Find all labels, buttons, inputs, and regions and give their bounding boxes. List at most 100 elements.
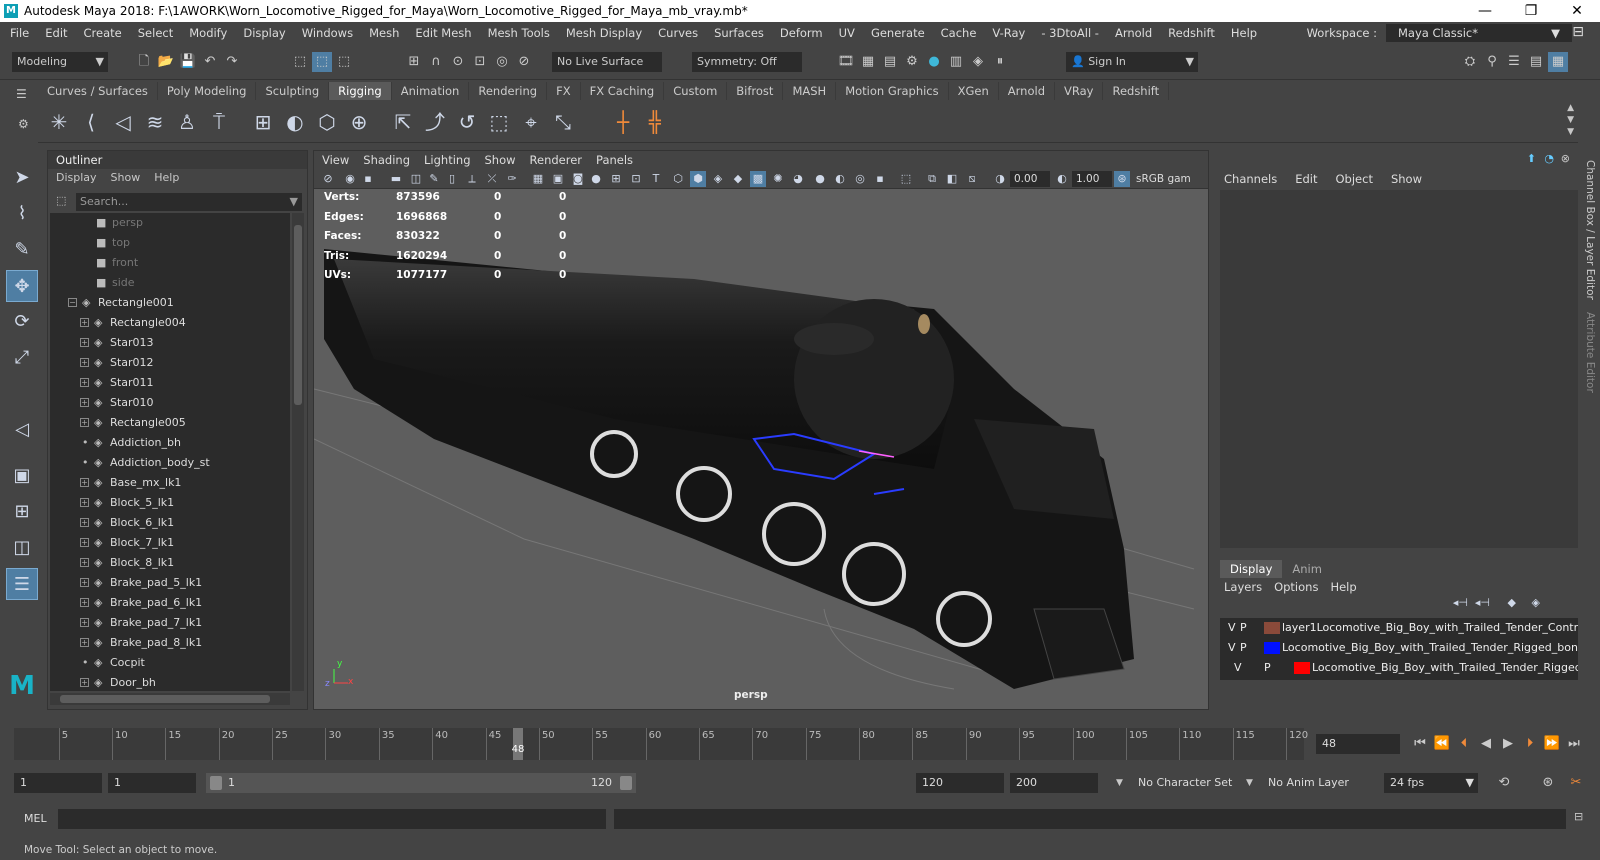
- outliner-layout-icon[interactable]: ☰: [6, 568, 38, 600]
- menu-generate[interactable]: Generate: [863, 26, 933, 40]
- outliner-item[interactable]: + ◈ Brake_pad_7_lk1: [50, 613, 290, 633]
- sign-in-button[interactable]: 👤 Sign In ▼: [1066, 52, 1198, 72]
- shelf-tab-poly-modeling[interactable]: Poly Modeling: [158, 82, 257, 100]
- frame-icon[interactable]: ▯: [444, 171, 460, 187]
- outliner-item[interactable]: + ◈ Base_mx_lk1: [50, 473, 290, 493]
- menu-select[interactable]: Select: [130, 26, 181, 40]
- menu-create[interactable]: Create: [76, 26, 130, 40]
- shelf-tab-rendering[interactable]: Rendering: [469, 82, 548, 100]
- outliner-search-input[interactable]: Search... ▼: [76, 193, 302, 211]
- layer-row[interactable]: V P Locomotive_Big_Boy_with_Trailed_Tender…: [1220, 638, 1578, 658]
- outliner-item[interactable]: + ◈ Rectangle004: [50, 313, 290, 333]
- current-frame-field[interactable]: 48: [1316, 734, 1400, 754]
- menu-file[interactable]: File: [2, 26, 37, 40]
- outliner-item[interactable]: + ◈ Door_bh: [50, 673, 290, 691]
- shadows-icon[interactable]: ◕: [790, 171, 806, 187]
- outliner-item[interactable]: ■ top: [50, 233, 290, 253]
- settings-icon[interactable]: ◔: [1544, 152, 1554, 165]
- channel-box-area[interactable]: [1220, 190, 1578, 548]
- skeleton-icon[interactable]: ⍑: [204, 107, 234, 137]
- shelf-tab-vray[interactable]: VRay: [1055, 82, 1104, 100]
- expand-toggle-icon[interactable]: +: [80, 498, 89, 507]
- menu-help[interactable]: Help: [1223, 26, 1265, 40]
- outliner-item[interactable]: • ◈ Addiction_bh: [50, 433, 290, 453]
- playback-end-field[interactable]: 120: [916, 773, 1004, 793]
- minimize-button[interactable]: —: [1462, 0, 1508, 22]
- create-joint-icon[interactable]: ✳: [44, 107, 74, 137]
- snap-live-icon[interactable]: ⊘: [514, 52, 534, 72]
- shelf-tab-rigging[interactable]: Rigging: [329, 82, 392, 100]
- menu-curves[interactable]: Curves: [650, 26, 706, 40]
- menu-set-select[interactable]: Modeling ▼: [12, 52, 108, 72]
- live-surface-field[interactable]: No Live Surface: [552, 52, 662, 72]
- menu-edit[interactable]: Edit: [37, 26, 75, 40]
- menu-v-ray[interactable]: V-Ray: [984, 26, 1033, 40]
- parent-constraint-icon[interactable]: ⇱: [388, 107, 418, 137]
- safe-title-icon[interactable]: T: [648, 171, 664, 187]
- step-forward-frame-icon[interactable]: ⏩: [1542, 734, 1562, 754]
- outliner-item[interactable]: ■ front: [50, 253, 290, 273]
- layer-menu-help[interactable]: Help: [1330, 578, 1356, 596]
- viewport-panel[interactable]: View Shading Lighting Show Renderer Panels ⊘ …: [313, 150, 1209, 710]
- menu-edit-mesh[interactable]: Edit Mesh: [407, 26, 479, 40]
- outliner-menu-show[interactable]: Show: [111, 169, 141, 187]
- expand-toggle-icon[interactable]: +: [80, 378, 89, 387]
- last-tool-icon[interactable]: ◁: [6, 414, 38, 446]
- xray-joint-icon[interactable]: ⟂: [464, 171, 480, 187]
- filter-icon[interactable]: ⬚: [56, 194, 66, 207]
- side-by-side-icon[interactable]: ◫: [6, 532, 38, 564]
- cluster-handle-icon[interactable]: ╬: [640, 107, 670, 137]
- tool-settings-icon[interactable]: ▤: [1526, 52, 1546, 72]
- snap-surface-icon[interactable]: ◎: [492, 52, 512, 72]
- smooth-shade-icon[interactable]: ⬢: [690, 171, 706, 187]
- outliner-item[interactable]: + ◈ Block_7_lk1: [50, 533, 290, 553]
- exposure-field[interactable]: 0.00: [1010, 171, 1050, 187]
- gate-mask-icon[interactable]: ●: [588, 171, 604, 187]
- snap-grid-icon[interactable]: ⊞: [404, 52, 424, 72]
- layer-playback-toggle[interactable]: P: [1240, 618, 1247, 638]
- open-scene-icon[interactable]: 📂: [156, 52, 176, 72]
- layer-row[interactable]: V P Locomotive_Big_Boy_with_Trailed_Tender…: [1220, 658, 1578, 678]
- layer-tab-display[interactable]: Display: [1220, 560, 1283, 578]
- shelf-tab-curves-surfaces[interactable]: Curves / Surfaces: [38, 82, 158, 100]
- xray-joints-icon[interactable]: ⧅: [964, 171, 980, 187]
- panel-close-icon[interactable]: ⊗: [1561, 152, 1570, 165]
- anim-start-field[interactable]: 1: [14, 773, 102, 793]
- pause-icon[interactable]: ⏸: [990, 52, 1010, 72]
- expand-toggle-icon[interactable]: −: [68, 298, 77, 307]
- shelf-tab-fx-caching[interactable]: FX Caching: [581, 82, 665, 100]
- select-camera-icon[interactable]: ⊘: [320, 171, 336, 187]
- shelf-tab-mash[interactable]: MASH: [783, 82, 837, 100]
- script-editor-icon[interactable]: ⊟: [1574, 810, 1583, 823]
- layer-playback-toggle[interactable]: P: [1240, 638, 1247, 658]
- outliner-item[interactable]: + ◈ Rectangle005: [50, 413, 290, 433]
- textured-icon[interactable]: ◆: [730, 171, 746, 187]
- snap-curve-icon[interactable]: ∩: [426, 52, 446, 72]
- expand-toggle-icon[interactable]: +: [80, 418, 89, 427]
- motion-blur-icon[interactable]: ◐: [832, 171, 848, 187]
- paint-weights-icon[interactable]: ◐: [280, 107, 310, 137]
- play-backwards-icon[interactable]: ◀: [1476, 734, 1496, 754]
- outliner-item[interactable]: ■ persp: [50, 213, 290, 233]
- go-to-start-icon[interactable]: ⏮: [1410, 734, 1430, 754]
- point-constraint-icon[interactable]: ⤴: [420, 107, 450, 137]
- outliner-item[interactable]: + ◈ Brake_pad_6_lk1: [50, 593, 290, 613]
- move-tool-icon[interactable]: ✥: [6, 270, 38, 302]
- channel-box-side-tab[interactable]: Channel Box / Layer Editor: [1584, 160, 1596, 300]
- playback-start-field[interactable]: 1: [108, 773, 196, 793]
- layer-visibility-toggle[interactable]: V: [1228, 638, 1236, 658]
- outliner-horizontal-scrollbar[interactable]: [50, 693, 290, 705]
- viewport-menu-lighting[interactable]: Lighting: [424, 151, 470, 169]
- range-end-handle[interactable]: [620, 776, 632, 790]
- menu-mesh-tools[interactable]: Mesh Tools: [480, 26, 558, 40]
- viewport-menu-show[interactable]: Show: [485, 151, 516, 169]
- humanik-icon[interactable]: ♙: [172, 107, 202, 137]
- step-back-key-icon[interactable]: ⏴: [1454, 734, 1474, 754]
- expand-toggle-icon[interactable]: +: [80, 638, 89, 647]
- outliner-item[interactable]: + ◈ Brake_pad_5_lk1: [50, 573, 290, 593]
- new-scene-icon[interactable]: 🗋: [134, 52, 154, 72]
- move-layer-up-icon[interactable]: ◂⊣: [1453, 596, 1468, 609]
- auto-key-icon[interactable]: ⊛: [1538, 773, 1558, 793]
- modeling-toolkit-icon[interactable]: ⛭: [1460, 52, 1480, 72]
- shelf-toggle-icon[interactable]: ⊟: [1564, 24, 1592, 40]
